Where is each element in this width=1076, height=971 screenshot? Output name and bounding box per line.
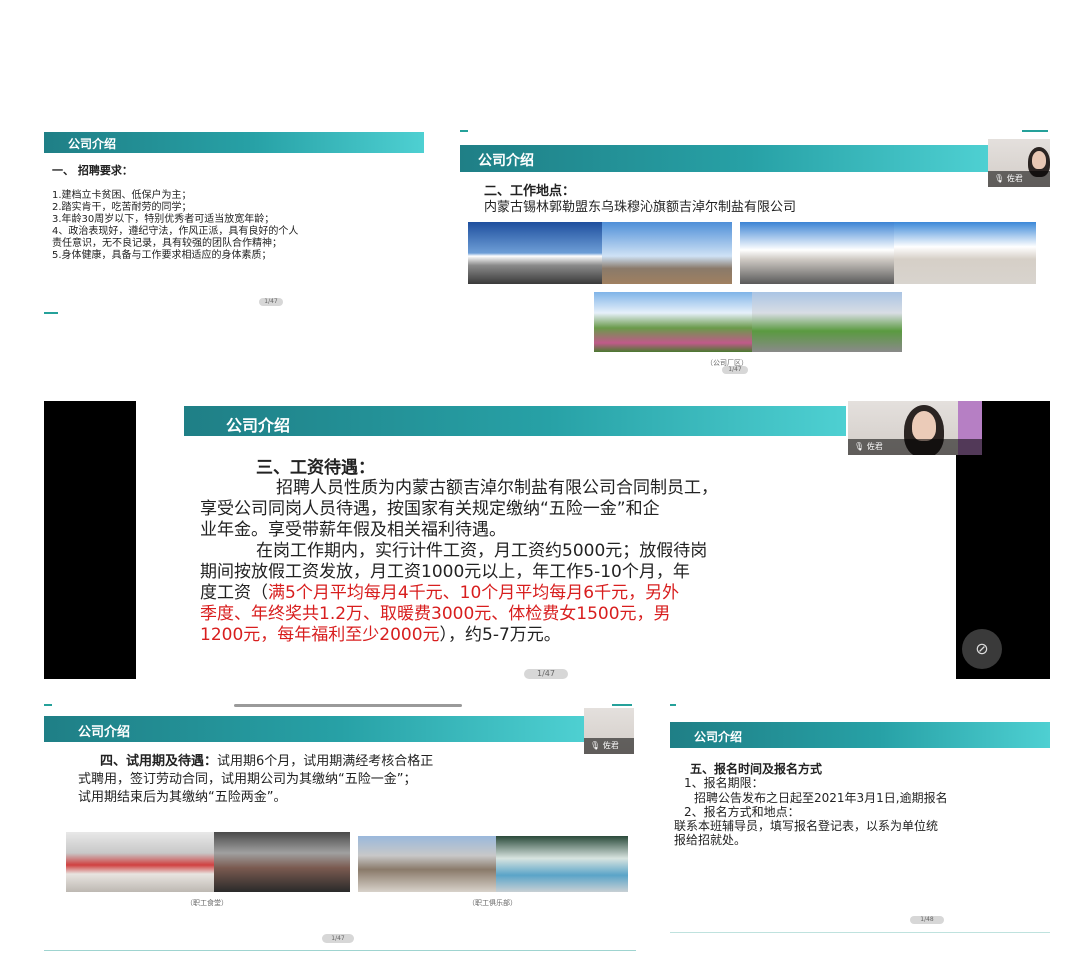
probation-text: 试用期6个月，试用期满经考核合格正 — [217, 754, 434, 769]
salary-highlight: 1200元，每年福利至少2000元 — [200, 625, 440, 645]
salary-line: 1200元，每年福利至少2000元），约5-7万元。 — [200, 620, 561, 645]
photo-caption: （职工俱乐部） — [468, 899, 517, 907]
page-indicator: 1/48 — [910, 916, 944, 924]
monument-photo — [602, 222, 732, 284]
presenter-name-label: 🎙 佐君 — [988, 171, 1050, 187]
gym-photo — [496, 836, 628, 892]
dormitory-photo — [894, 222, 1036, 284]
probation-line: 试用期结束后为其缴纳“五险两金”。 — [78, 790, 287, 805]
accent-line — [670, 704, 676, 706]
slide-salary-content: 公司介绍 三、工资待遇： 招聘人员性质为内蒙古额吉淖尔制盐有限公司合同制员工， … — [136, 401, 956, 679]
slide-header: 公司介绍 — [670, 722, 1050, 748]
mic-icon: 🎙 — [590, 741, 601, 750]
photo-caption: （职工食堂） — [186, 899, 228, 907]
mic-muted-icon: ⊘ — [975, 639, 989, 658]
slide-recruit-requirements: 公司介绍 一、 招聘要求： 1.建档立卡贫困、低保户为主； 2.踏实肯干，吃苦耐… — [44, 128, 432, 316]
mic-icon: 🎙 — [994, 174, 1005, 183]
canteen-photo-2 — [214, 832, 350, 892]
accent-line — [670, 932, 1050, 933]
requirement-item: 5.身体健康，具备与工作要求相适应的身体素质； — [52, 250, 272, 261]
slide-header-title: 公司介绍 — [694, 730, 743, 744]
accent-line — [1022, 130, 1048, 132]
accent-line — [44, 704, 52, 706]
slide-header: 公司介绍 — [44, 132, 424, 153]
registration-line: 报给招就处。 — [674, 833, 747, 847]
progress-bar — [234, 704, 462, 707]
slide-work-location: 公司介绍 🎙 佐君 二、工作地点： 内蒙古锡林郭勒盟东乌珠穆沁旗额吉淖尔制盐有限… — [460, 130, 1050, 378]
canteen-photo — [66, 832, 214, 892]
presenter-name: 佐君 — [1006, 174, 1023, 183]
accent-line — [44, 312, 58, 314]
building-photo — [740, 222, 894, 284]
presenter-video[interactable]: 🎙 佐君 — [848, 401, 982, 455]
garden-photo — [594, 292, 752, 352]
presenter-face — [912, 411, 936, 441]
slide-header-title: 公司介绍 — [68, 137, 117, 151]
section-title: 四、试用期及待遇： — [100, 754, 218, 769]
presenter-video[interactable]: 🎙 佐君 — [988, 139, 1050, 187]
accent-line — [612, 704, 632, 706]
accent-triangle — [184, 406, 190, 436]
page-indicator: 1/47 — [259, 298, 283, 306]
presenter-name-label: 🎙 佐君 — [848, 439, 982, 455]
mic-icon: 🎙 — [854, 442, 865, 451]
presenter-name: 佐君 — [866, 442, 883, 451]
slide-salary: 公司介绍 三、工资待遇： 招聘人员性质为内蒙古额吉淖尔制盐有限公司合同制员工， … — [44, 401, 1050, 679]
slide-header: 公司介绍 — [184, 406, 846, 436]
section-title: 一、 招聘要求： — [52, 164, 133, 177]
presenter-face — [1032, 151, 1046, 169]
slide-probation: 公司介绍 🎙 佐君 四、试用期及待遇：试用期6个月，试用期满经考核合格正 式聘用… — [44, 704, 636, 956]
slide-header-title: 公司介绍 — [478, 153, 534, 169]
presenter-name: 佐君 — [602, 741, 619, 750]
probation-line: 四、试用期及待遇：试用期6个月，试用期满经考核合格正 — [100, 750, 433, 769]
slide-header: 公司介绍 — [460, 145, 988, 172]
club-photo — [358, 836, 496, 892]
slide-registration: 公司介绍 五、报名时间及报名方式 1、报名期限： 招聘公告发布之日起至2021年… — [670, 704, 1050, 936]
plant-photo — [752, 292, 902, 352]
accent-line — [44, 950, 636, 951]
presenter-video[interactable]: 🎙 佐君 — [584, 708, 634, 754]
factory-photo — [468, 222, 602, 284]
presenter-name-label: 🎙 佐君 — [584, 738, 634, 754]
slide-header-title: 公司介绍 — [226, 416, 291, 435]
page-indicator: 1/47 — [722, 366, 748, 374]
salary-text: ），约5-7万元。 — [439, 625, 561, 645]
location-text: 内蒙古锡林郭勒盟东乌珠穆沁旗额吉淖尔制盐有限公司 — [484, 200, 797, 215]
mic-muted-button[interactable]: ⊘ — [962, 629, 1002, 669]
slide-header: 公司介绍 — [44, 716, 584, 742]
slide-header-title: 公司介绍 — [78, 725, 131, 740]
probation-line: 式聘用，签订劳动合同，试用期公司为其缴纳“五险一金”； — [78, 772, 417, 787]
page-indicator: 1/47 — [322, 934, 354, 943]
accent-line — [460, 130, 468, 132]
page-indicator: 1/47 — [524, 669, 568, 679]
